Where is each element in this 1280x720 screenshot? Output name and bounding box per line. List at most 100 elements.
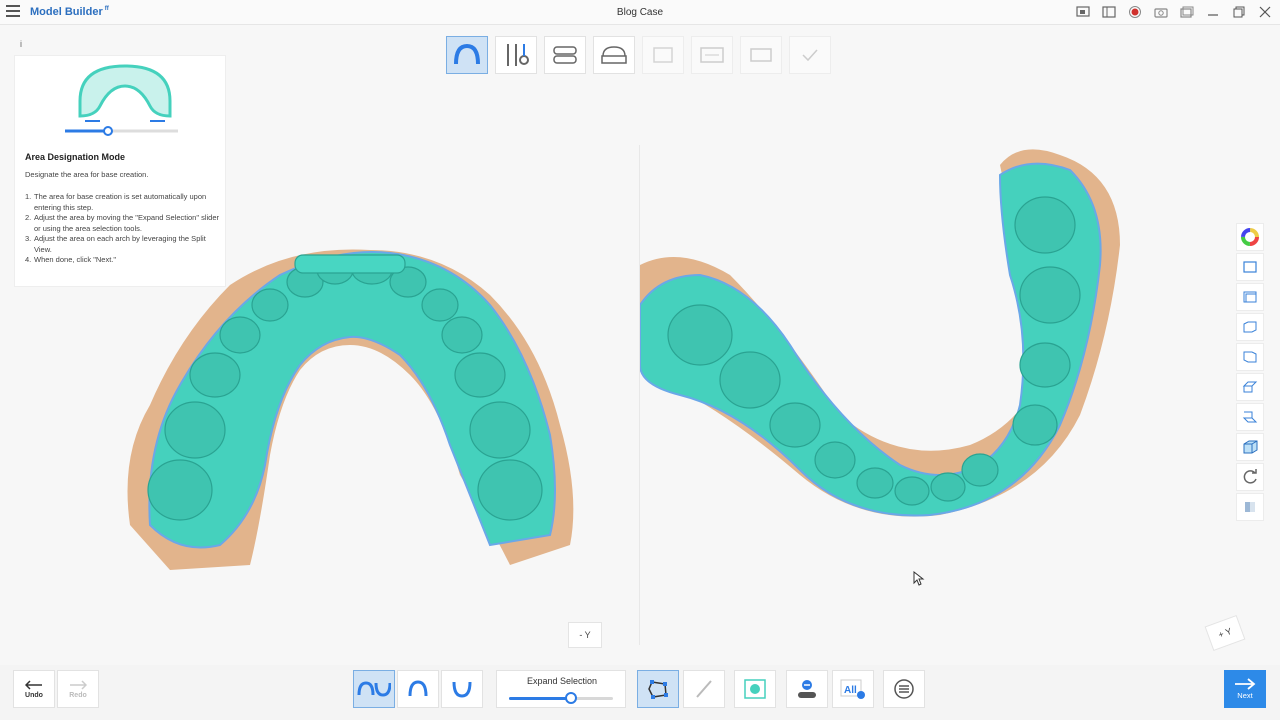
label-icon <box>700 47 724 63</box>
help-panel: Area Designation Mode Designate the area… <box>14 55 226 287</box>
step-text: The area for base creation is set automa… <box>34 192 207 212</box>
polygon-select-icon <box>648 680 668 699</box>
transparency-button[interactable] <box>1236 493 1264 521</box>
slider-thumb[interactable] <box>565 692 578 704</box>
step-number: 4. <box>25 255 32 264</box>
remove-area-icon <box>798 680 816 698</box>
step-occlusion-button[interactable] <box>544 36 586 74</box>
select-all-icon: All <box>840 679 865 699</box>
slider-track[interactable] <box>509 697 613 700</box>
left-view-icon <box>1243 321 1257 333</box>
cube-icon <box>1243 440 1258 454</box>
bottom-toolbar: Undo Redo Expand Selection All Next <box>0 665 1280 720</box>
base-icon <box>601 46 627 64</box>
both-arches-button[interactable] <box>353 670 395 708</box>
top-view-button[interactable] <box>1236 373 1264 401</box>
step-number: 2. <box>25 213 32 222</box>
window-controls <box>1074 4 1274 20</box>
help-step: 3. Adjust the area on each arch by levera… <box>25 234 221 255</box>
help-steps: 1. The area for base creation is set auto… <box>25 192 221 266</box>
lower-arch-icon <box>452 681 472 698</box>
left-axis-indicator: - Y <box>568 622 602 648</box>
front-view-button[interactable] <box>1236 253 1264 281</box>
step-text: Adjust the area on each arch by leveragi… <box>34 234 206 254</box>
step-trim-button[interactable] <box>495 36 537 74</box>
slider-fill <box>509 697 572 700</box>
options-menu-button[interactable] <box>883 670 925 708</box>
step-base-button[interactable] <box>593 36 635 74</box>
checkmark-icon <box>802 49 818 62</box>
step-number: 3. <box>25 234 32 243</box>
upper-arch-button[interactable] <box>397 670 439 708</box>
right-view-button[interactable] <box>1236 343 1264 371</box>
polygon-select-button[interactable] <box>637 670 679 708</box>
title-bar: Model Builder ff Blog Case <box>0 0 1280 25</box>
transparency-icon <box>1245 502 1255 512</box>
slider-label: Expand Selection <box>526 676 598 686</box>
step-articulator-button[interactable] <box>642 36 684 74</box>
record-icon[interactable] <box>1126 4 1144 20</box>
arrow-right-icon <box>1235 678 1256 690</box>
workflow-toolbar <box>446 36 831 74</box>
mouse-cursor-icon <box>913 571 925 586</box>
lower-arch-model[interactable] <box>640 135 1140 535</box>
maximize-icon[interactable] <box>1230 4 1248 20</box>
help-step: 1. The area for base creation is set auto… <box>25 192 221 213</box>
help-subtitle: Designate the area for base creation. <box>25 170 149 179</box>
back-view-icon <box>1243 291 1257 303</box>
screen-capture-icon[interactable] <box>1074 4 1092 20</box>
help-step: 4. When done, click "Next." <box>25 255 221 266</box>
window-mode-icon[interactable] <box>1178 4 1196 20</box>
front-view-icon <box>1243 261 1257 273</box>
step-text: When done, click "Next." <box>34 255 117 264</box>
camera-icon[interactable] <box>1152 4 1170 20</box>
lower-arch-button[interactable] <box>441 670 483 708</box>
undo-icon <box>25 680 42 690</box>
brush-select-button[interactable] <box>683 670 725 708</box>
step-number: 1. <box>25 192 32 201</box>
left-view-button[interactable] <box>1236 313 1264 341</box>
reset-view-button[interactable] <box>1236 463 1264 491</box>
step-area-designation-button[interactable] <box>446 36 488 74</box>
help-step: 2. Adjust the area by moving the "Expand … <box>25 213 221 234</box>
close-icon[interactable] <box>1256 4 1274 20</box>
brush-icon <box>696 680 712 698</box>
select-all-label: All <box>844 685 857 696</box>
redo-button[interactable]: Redo <box>57 670 99 708</box>
rotate-icon <box>1243 469 1257 484</box>
layout-icon[interactable] <box>1100 4 1118 20</box>
step-finish-button[interactable] <box>789 36 831 74</box>
help-title: Area Designation Mode <box>25 152 126 162</box>
next-label: Next <box>1237 691 1253 700</box>
bottom-view-button[interactable] <box>1236 403 1264 431</box>
hollow-icon <box>750 48 772 62</box>
list-options-icon <box>894 679 914 699</box>
next-button[interactable]: Next <box>1224 670 1266 708</box>
step-hollow-button[interactable] <box>740 36 782 74</box>
top-view-icon <box>1242 381 1258 393</box>
view-tools <box>1236 223 1264 521</box>
3d-view-button[interactable] <box>1236 433 1264 461</box>
back-view-button[interactable] <box>1236 283 1264 311</box>
bottom-view-icon <box>1242 411 1258 423</box>
color-toggle-button[interactable] <box>1236 223 1264 251</box>
expand-selection-slider[interactable]: Expand Selection <box>496 670 626 708</box>
fill-selection-button[interactable] <box>734 670 776 708</box>
upper-arch-icon <box>408 680 428 697</box>
select-all-button[interactable]: All <box>832 670 874 708</box>
undo-button[interactable]: Undo <box>13 670 55 708</box>
undo-label: Undo <box>25 692 43 699</box>
remove-selection-button[interactable] <box>786 670 828 708</box>
occlusion-icon <box>553 46 577 64</box>
fill-area-icon <box>744 679 766 699</box>
right-view-icon <box>1243 351 1257 363</box>
info-toggle-button[interactable]: i <box>14 37 28 51</box>
area-designation-illustration <box>65 64 178 136</box>
color-wheel-icon <box>1241 228 1259 246</box>
arch-icon <box>454 44 480 65</box>
articulator-icon <box>653 47 673 63</box>
step-text: Adjust the area by moving the "Expand Se… <box>34 213 220 233</box>
minimize-icon[interactable] <box>1204 4 1222 20</box>
both-arches-icon <box>357 681 391 697</box>
step-label-button[interactable] <box>691 36 733 74</box>
